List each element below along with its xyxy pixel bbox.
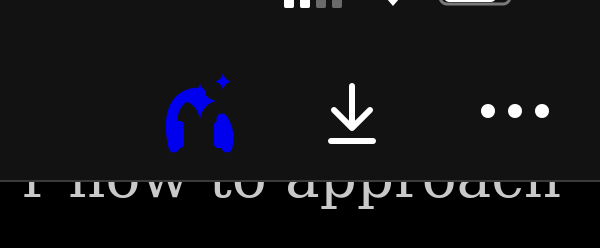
status-bar [0, 0, 600, 8]
more-horizontal-icon [481, 104, 549, 118]
listen-button[interactable] [152, 70, 242, 156]
app-screen: r how to approach [0, 0, 600, 248]
wifi-icon [387, 0, 399, 6]
battery-icon [439, 0, 511, 6]
download-icon [328, 83, 376, 144]
signal-icon [284, 0, 342, 8]
action-toolbar [0, 0, 600, 182]
more-options-button[interactable] [470, 84, 560, 138]
headphones-sparkle-icon [165, 73, 234, 153]
download-button[interactable] [314, 76, 390, 152]
